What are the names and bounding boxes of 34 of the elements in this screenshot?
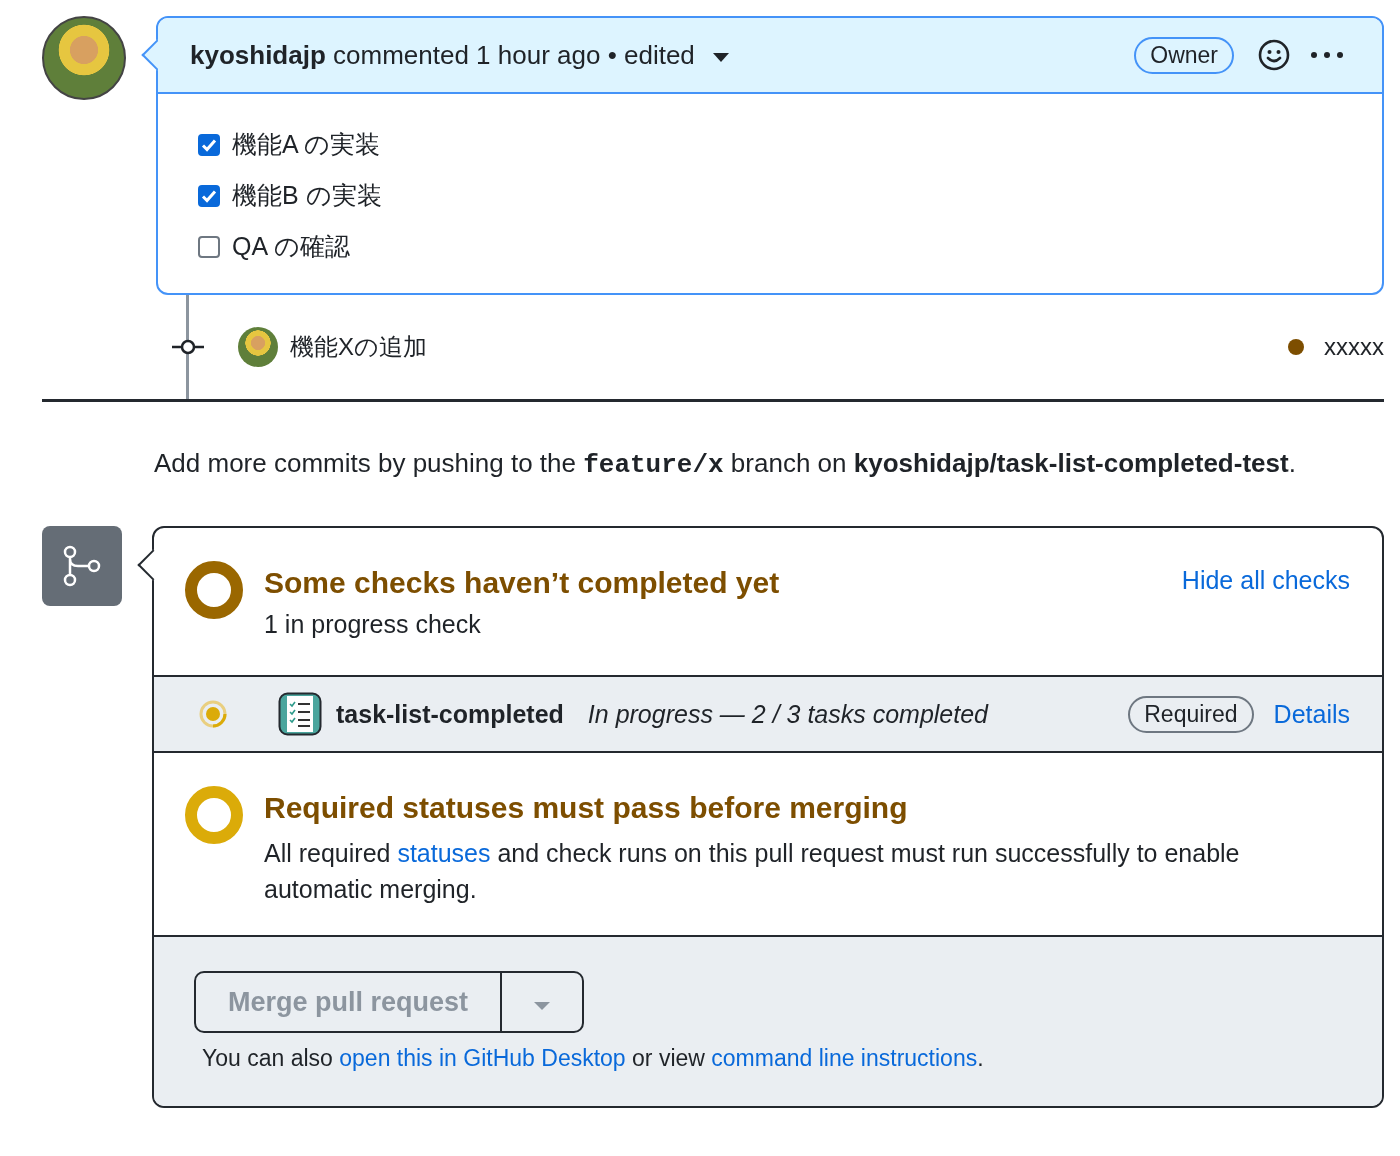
branch-merge-icon [42,526,122,606]
comment-meta: kyoshidajp commented 1 hour ago • edited [190,39,695,71]
more-options-icon[interactable] [1310,51,1344,59]
in-progress-icon [198,699,228,729]
requirement-title: Required statuses must pass before merging [264,791,909,825]
statuses-link[interactable]: statuses [397,839,491,867]
task-checkbox[interactable] [198,184,220,207]
caret-icon[interactable] [712,53,729,63]
avatar-photo [238,327,278,367]
pending-ring-icon [184,785,244,845]
hide-checks-link[interactable]: Hide all checks [1181,566,1350,595]
caret-icon [534,1001,551,1011]
smiley-icon[interactable] [1258,39,1290,71]
alternatives-text: You can also open this in GitHub Desktop or view command line instructions. [202,1045,985,1072]
owner-badge: Owner [1134,36,1234,74]
commit-icon [172,339,204,355]
check-name: task-list-completed [336,699,564,729]
check-status: In progress — 2 / 3 tasks completed [587,699,989,729]
required-badge: Required [1128,695,1254,733]
requirement-text: All required statuses and check runs on this pull request must run successfully to enable automatic merging. [264,838,1241,905]
pending-ring-icon [184,560,244,620]
branch-note: Add more commits by pushing to the feature/x branch on kyoshidajp/task-list-completed-test. [154,447,1297,482]
task-label: 機能B の実装 [232,180,382,211]
task-checkbox[interactable] [198,133,220,156]
details-link[interactable]: Details [1273,699,1350,729]
task-label: 機能A の実装 [232,129,381,160]
commit-sha[interactable]: xxxxx [1324,333,1384,361]
checklist-app-icon [278,692,322,736]
checks-summary: 1 in progress check [264,610,482,639]
task-label: QA の確認 [232,231,350,262]
task-checkbox[interactable] [198,235,220,258]
commit-message[interactable]: 機能Xの追加 [290,331,427,363]
status-dot [1288,339,1304,355]
checks-title: Some checks haven’t completed yet [264,566,781,600]
